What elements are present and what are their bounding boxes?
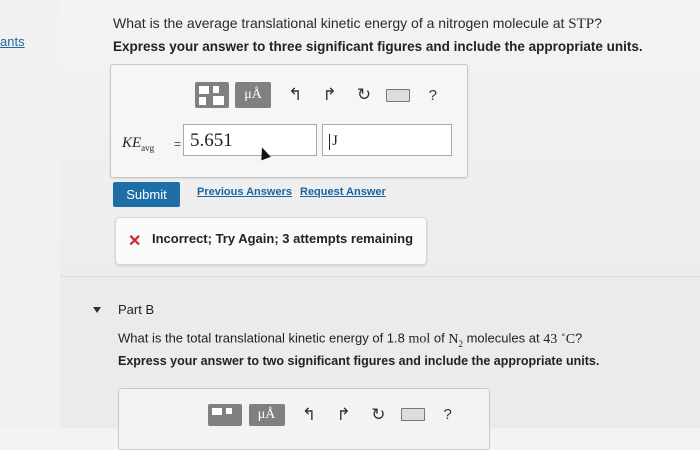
- units-icon: μÅ: [235, 82, 272, 108]
- reset-icon: ↻: [371, 404, 386, 424]
- part-b-question: What is the total translational kinetic …: [118, 330, 582, 348]
- collapse-caret-icon[interactable]: [93, 307, 101, 313]
- part-a-toolbar: μÅ ↰ ↱ ↻ ?: [195, 80, 453, 110]
- units-icon: μÅ: [248, 403, 285, 426]
- incorrect-icon: ✕: [128, 233, 142, 250]
- part-b-reset-button[interactable]: ↻: [364, 400, 393, 430]
- part-b-prefix: What is the total translational kinetic …: [118, 330, 409, 346]
- keyboard-icon: [386, 88, 411, 102]
- molecule-main: N: [448, 331, 459, 347]
- divider: [60, 276, 700, 277]
- undo-button[interactable]: ↰: [281, 80, 309, 110]
- unit-value: J: [332, 133, 338, 149]
- redo-icon: ↱: [336, 404, 351, 424]
- mol-unit: mol: [408, 331, 431, 347]
- submit-button[interactable]: Submit: [113, 182, 180, 207]
- part-a-instructions: Express your answer to three significant…: [113, 39, 643, 54]
- redo-icon: ↱: [322, 85, 337, 104]
- help-button[interactable]: ?: [419, 80, 447, 110]
- part-b-title[interactable]: Part B: [118, 302, 154, 317]
- part-b-toolbar: μÅ ↰ ↱ ↻ ?: [208, 401, 468, 428]
- variable-label: KEavg: [122, 135, 154, 153]
- reset-icon: ↻: [356, 85, 372, 104]
- part-a-question-suffix: ?: [594, 15, 602, 31]
- stp-term: STP: [568, 16, 595, 32]
- help-icon: ?: [428, 86, 437, 104]
- temp-value: 43: [543, 331, 561, 347]
- part-a-question: What is the average translational kineti…: [113, 15, 602, 33]
- templates-grid-icon: [208, 403, 243, 426]
- answer-unit-input[interactable]: J: [322, 124, 452, 156]
- part-b-templates-button[interactable]: [208, 400, 243, 430]
- undo-icon: ↰: [288, 85, 303, 104]
- help-icon: ?: [443, 406, 452, 423]
- redo-button[interactable]: ↱: [315, 80, 343, 110]
- templates-button[interactable]: [195, 80, 230, 110]
- sidebar-link[interactable]: ants: [0, 34, 25, 49]
- part-b-instructions: Express your answer to two significant f…: [118, 354, 600, 368]
- answer-value-input[interactable]: 5.651: [183, 124, 317, 156]
- equals-sign: =: [174, 137, 182, 151]
- part-b-units-button[interactable]: μÅ: [248, 400, 285, 430]
- part-a-question-prefix: What is the average translational kineti…: [113, 15, 569, 31]
- reset-button[interactable]: ↻: [350, 80, 378, 110]
- part-b-help-button[interactable]: ?: [433, 400, 462, 430]
- part-b-redo-button[interactable]: ↱: [329, 400, 358, 430]
- feedback-text: Incorrect; Try Again; 3 attempts remaini…: [152, 231, 414, 246]
- request-answer-link[interactable]: Request Answer: [300, 186, 386, 198]
- keyboard-icon: [400, 408, 425, 421]
- variable-name: KE: [122, 135, 142, 151]
- temperature: 43 ∘C: [543, 330, 576, 347]
- left-rail: [0, 0, 60, 428]
- of-text: of: [430, 330, 449, 346]
- part-b-suffix: ?: [575, 330, 583, 346]
- temp-unit: C: [565, 331, 576, 347]
- templates-grid-icon: [195, 82, 230, 108]
- molecule-formula: N2: [448, 331, 463, 349]
- part-b-keyboard-button[interactable]: [399, 400, 428, 430]
- text-cursor: [329, 133, 330, 150]
- molecules-text: molecules at: [462, 330, 544, 346]
- variable-subscript: avg: [141, 143, 155, 153]
- part-b-undo-button[interactable]: ↰: [295, 400, 324, 430]
- undo-icon: ↰: [301, 404, 317, 424]
- previous-answers-link[interactable]: Previous Answers: [197, 186, 292, 198]
- units-button[interactable]: μÅ: [235, 80, 272, 110]
- keyboard-button[interactable]: [384, 80, 412, 110]
